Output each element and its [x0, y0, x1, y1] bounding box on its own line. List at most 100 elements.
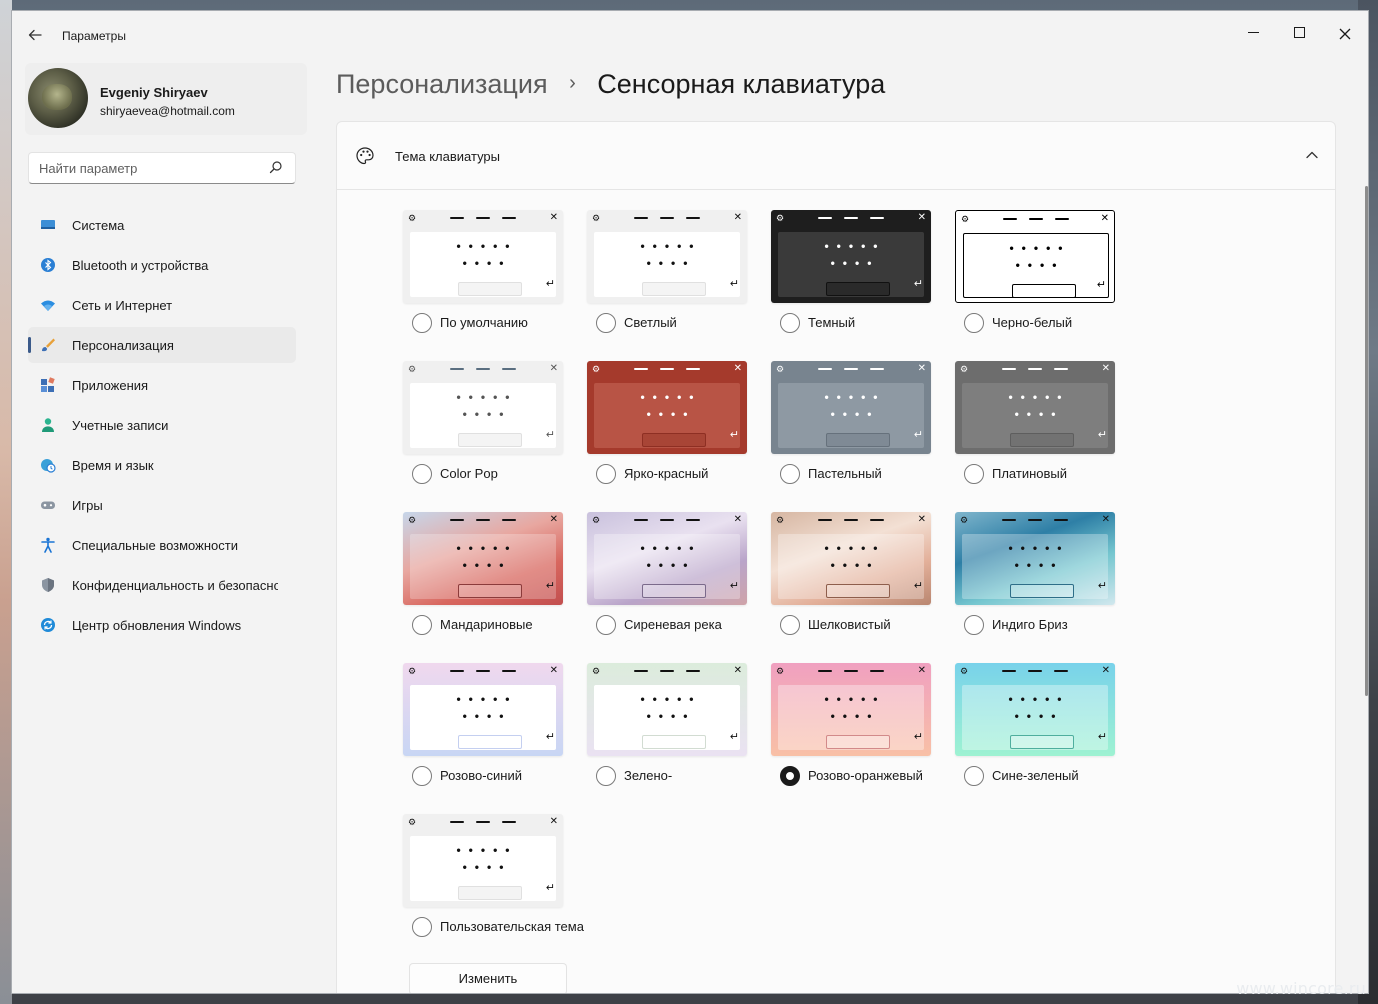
theme-radio[interactable] — [596, 615, 616, 635]
gear-icon: ⚙ — [408, 213, 417, 223]
theme-radio[interactable] — [964, 464, 984, 484]
theme-preview[interactable]: ⚙ ✕ ••••• •••• ↵ — [587, 361, 747, 454]
theme-option-bw[interactable]: ⚙ ✕ ••••• •••• ↵ Черно-белый — [955, 210, 1115, 350]
theme-option-indigo[interactable]: ⚙ ✕ ••••• •••• ↵ Индиго Бриз — [955, 512, 1115, 652]
sidebar-item-network[interactable]: Сеть и Интернет — [28, 287, 296, 323]
theme-radio[interactable] — [964, 615, 984, 635]
theme-radio[interactable] — [596, 766, 616, 786]
theme-radio[interactable] — [964, 766, 984, 786]
theme-label: Розово-синий — [440, 768, 523, 783]
maximize-button[interactable] — [1276, 19, 1322, 49]
sidebar-item-apps[interactable]: Приложения — [28, 367, 296, 403]
enter-key-icon: ↵ — [913, 731, 923, 743]
theme-option-bluegreen[interactable]: ⚙ ✕ ••••• •••• ↵ Сине-зеленый — [955, 663, 1115, 803]
theme-preview[interactable]: ⚙ ✕ ••••• •••• ↵ — [955, 512, 1115, 605]
scrollbar-thumb[interactable] — [1365, 186, 1368, 696]
theme-radio[interactable] — [780, 464, 800, 484]
theme-radio[interactable] — [780, 766, 800, 786]
search-box[interactable] — [28, 152, 296, 184]
theme-preview[interactable]: ⚙ ✕ ••••• •••• ↵ — [587, 663, 747, 756]
theme-radio[interactable] — [780, 313, 800, 333]
sidebar-item-accounts[interactable]: Учетные записи — [28, 407, 296, 443]
sidebar-item-privacy[interactable]: Конфиденциальность и безопасность — [28, 567, 296, 603]
keyboard-theme-header[interactable]: Тема клавиатуры — [337, 122, 1335, 190]
sidebar-item-accessibility[interactable]: Специальные возможности — [28, 527, 296, 563]
theme-option-pinkblue[interactable]: ⚙ ✕ ••••• •••• ↵ Розово-синий — [403, 663, 563, 803]
theme-preview[interactable]: ⚙ ✕ ••••• •••• ↵ — [403, 663, 563, 756]
gear-icon: ⚙ — [408, 817, 417, 827]
back-button[interactable] — [22, 24, 48, 46]
theme-label: Сине-зеленый — [992, 768, 1079, 783]
theme-preview[interactable]: ⚙ ✕ ••••• •••• ↵ — [587, 210, 747, 303]
theme-radio[interactable] — [412, 766, 432, 786]
search-icon[interactable] — [269, 160, 283, 174]
sidebar-item-bluetooth[interactable]: Bluetooth и устройства — [28, 247, 296, 283]
breadcrumb-parent[interactable]: Персонализация — [336, 69, 548, 99]
theme-label: Платиновый — [992, 466, 1068, 481]
sidebar-item-system[interactable]: Система — [28, 207, 296, 243]
theme-preview[interactable]: ⚙ ✕ ••••• •••• ↵ — [955, 663, 1115, 756]
theme-preview[interactable]: ⚙ ✕ ••••• •••• ↵ — [771, 663, 931, 756]
close-icon: ✕ — [1100, 213, 1109, 224]
theme-preview[interactable]: ⚙ ✕ ••••• •••• ↵ — [771, 210, 931, 303]
gear-icon: ⚙ — [960, 666, 969, 676]
theme-option-platinum[interactable]: ⚙ ✕ ••••• •••• ↵ Платиновый — [955, 361, 1115, 501]
minimize-button[interactable] — [1230, 19, 1276, 49]
theme-option-custom[interactable]: ⚙ ✕ ••••• •••• ↵ Пользовательская тема — [403, 814, 584, 954]
theme-option-pinkorange[interactable]: ⚙ ✕ ••••• •••• ↵ Розово-оранжевый — [771, 663, 931, 803]
sidebar-item-update[interactable]: Центр обновления Windows — [28, 607, 296, 643]
theme-preview[interactable]: ⚙ ✕ ••••• •••• ↵ — [587, 512, 747, 605]
theme-preview[interactable]: ⚙ ✕ ••••• •••• ↵ — [403, 814, 563, 907]
theme-preview[interactable]: ⚙ ✕ ••••• •••• ↵ — [403, 361, 563, 454]
theme-preview[interactable]: ⚙ ✕ ••••• •••• ↵ — [955, 361, 1115, 454]
bluetooth-icon — [41, 258, 55, 272]
theme-radio[interactable] — [780, 615, 800, 635]
theme-option-colorpop[interactable]: ⚙ ✕ ••••• •••• ↵ Color Pop — [403, 361, 563, 501]
app-title: Параметры — [62, 29, 126, 43]
enter-key-icon: ↵ — [1097, 580, 1107, 592]
close-icon — [1339, 28, 1351, 40]
gear-icon: ⚙ — [592, 515, 601, 525]
theme-preview[interactable]: ⚙ ✕ ••••• •••• ↵ — [403, 210, 563, 303]
theme-option-red[interactable]: ⚙ ✕ ••••• •••• ↵ Ярко-красный — [587, 361, 747, 501]
theme-option-pastel[interactable]: ⚙ ✕ ••••• •••• ↵ Пастельный — [771, 361, 931, 501]
theme-option-green[interactable]: ⚙ ✕ ••••• •••• ↵ Зелено- — [587, 663, 747, 803]
theme-preview[interactable]: ⚙ ✕ ••••• •••• ↵ — [771, 512, 931, 605]
theme-radio[interactable] — [412, 615, 432, 635]
chevron-up-icon[interactable] — [1305, 148, 1319, 162]
sidebar-item-personalization[interactable]: Персонализация — [28, 327, 296, 363]
theme-option-silky[interactable]: ⚙ ✕ ••••• •••• ↵ Шелковистый — [771, 512, 931, 652]
theme-label: Color Pop — [440, 466, 498, 481]
theme-option-light[interactable]: ⚙ ✕ ••••• •••• ↵ Светлый — [587, 210, 747, 350]
theme-radio[interactable] — [412, 464, 432, 484]
theme-option-lilac[interactable]: ⚙ ✕ ••••• •••• ↵ Сиреневая река — [587, 512, 747, 652]
gear-icon: ⚙ — [961, 214, 970, 224]
theme-radio[interactable] — [596, 313, 616, 333]
theme-option-dark[interactable]: ⚙ ✕ ••••• •••• ↵ Темный — [771, 210, 931, 350]
sidebar-item-gaming[interactable]: Игры — [28, 487, 296, 523]
accessibility-icon — [41, 537, 55, 553]
theme-label: Ярко-красный — [624, 466, 709, 481]
close-icon: ✕ — [549, 816, 558, 827]
theme-option-default[interactable]: ⚙ ✕ ••••• •••• ↵ По умолчанию — [403, 210, 563, 350]
edit-button[interactable]: Изменить — [409, 963, 567, 993]
theme-radio[interactable] — [412, 313, 432, 333]
enter-key-icon: ↵ — [913, 278, 923, 290]
theme-preview[interactable]: ⚙ ✕ ••••• •••• ↵ — [403, 512, 563, 605]
search-input[interactable] — [39, 161, 259, 176]
theme-label: По умолчанию — [440, 315, 528, 330]
theme-preview[interactable]: ⚙ ✕ ••••• •••• ↵ — [771, 361, 931, 454]
enter-key-icon: ↵ — [545, 882, 555, 894]
theme-radio[interactable] — [596, 464, 616, 484]
settings-window: Параметры Evgeniy Shiryaev shiryaevea@ho… — [11, 10, 1369, 994]
theme-radio[interactable] — [964, 313, 984, 333]
user-profile[interactable]: Evgeniy Shiryaev shiryaevea@hotmail.com — [25, 63, 307, 135]
theme-option-tangerine[interactable]: ⚙ ✕ ••••• •••• ↵ Мандариновые — [403, 512, 563, 652]
theme-radio[interactable] — [412, 917, 432, 937]
monitor-icon — [41, 220, 55, 229]
close-button[interactable] — [1322, 19, 1368, 49]
sidebar-item-time[interactable]: Время и язык — [28, 447, 296, 483]
theme-preview[interactable]: ⚙ ✕ ••••• •••• ↵ — [955, 210, 1115, 303]
sidebar-item-label: Персонализация — [72, 338, 174, 353]
close-icon: ✕ — [917, 363, 926, 374]
